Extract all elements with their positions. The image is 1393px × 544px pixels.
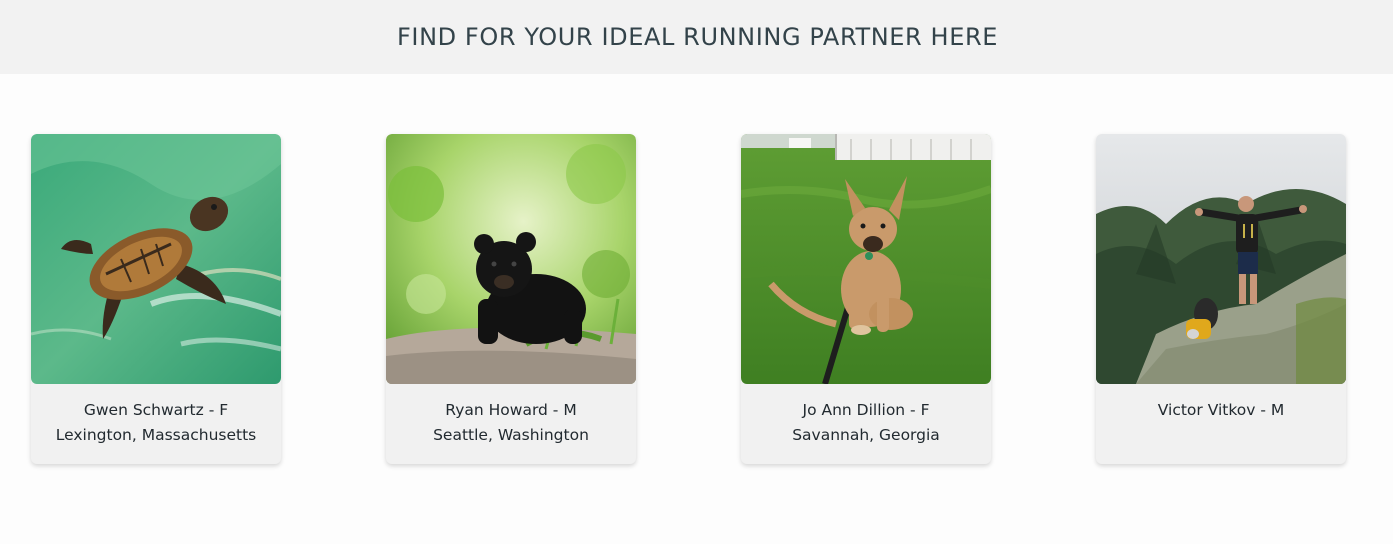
profile-photo-puppy[interactable] (741, 134, 991, 384)
profile-info: Jo Ann Dillion - F Savannah, Georgia (741, 384, 991, 448)
profile-photo-bear-cub[interactable] (386, 134, 636, 384)
profile-location: Seattle, Washington (433, 426, 589, 444)
profile-name: Jo Ann Dillion - F (802, 401, 930, 419)
profile-photo-hiker[interactable] (1096, 134, 1346, 384)
profile-info: Victor Vitkov - M (1096, 384, 1346, 423)
profile-info: Ryan Howard - M Seattle, Washington (386, 384, 636, 448)
profile-card[interactable]: Gwen Schwartz - F Lexington, Massachuset… (31, 134, 281, 464)
profile-name: Ryan Howard - M (445, 401, 577, 419)
profile-card[interactable]: Victor Vitkov - M (1096, 134, 1346, 464)
page-header: FIND FOR YOUR IDEAL RUNNING PARTNER HERE (0, 0, 1393, 74)
page-title: FIND FOR YOUR IDEAL RUNNING PARTNER HERE (396, 23, 999, 51)
profile-card[interactable]: Ryan Howard - M Seattle, Washington (386, 134, 636, 464)
profile-location: Lexington, Massachusetts (55, 426, 257, 444)
profile-photo-sea-turtle[interactable] (31, 134, 281, 384)
profile-name: Victor Vitkov - M (1157, 401, 1285, 419)
profile-info: Gwen Schwartz - F Lexington, Massachuset… (31, 384, 281, 448)
profile-card[interactable]: Jo Ann Dillion - F Savannah, Georgia (741, 134, 991, 464)
profile-name: Gwen Schwartz - F (83, 401, 229, 419)
profile-location: Savannah, Georgia (792, 426, 940, 444)
